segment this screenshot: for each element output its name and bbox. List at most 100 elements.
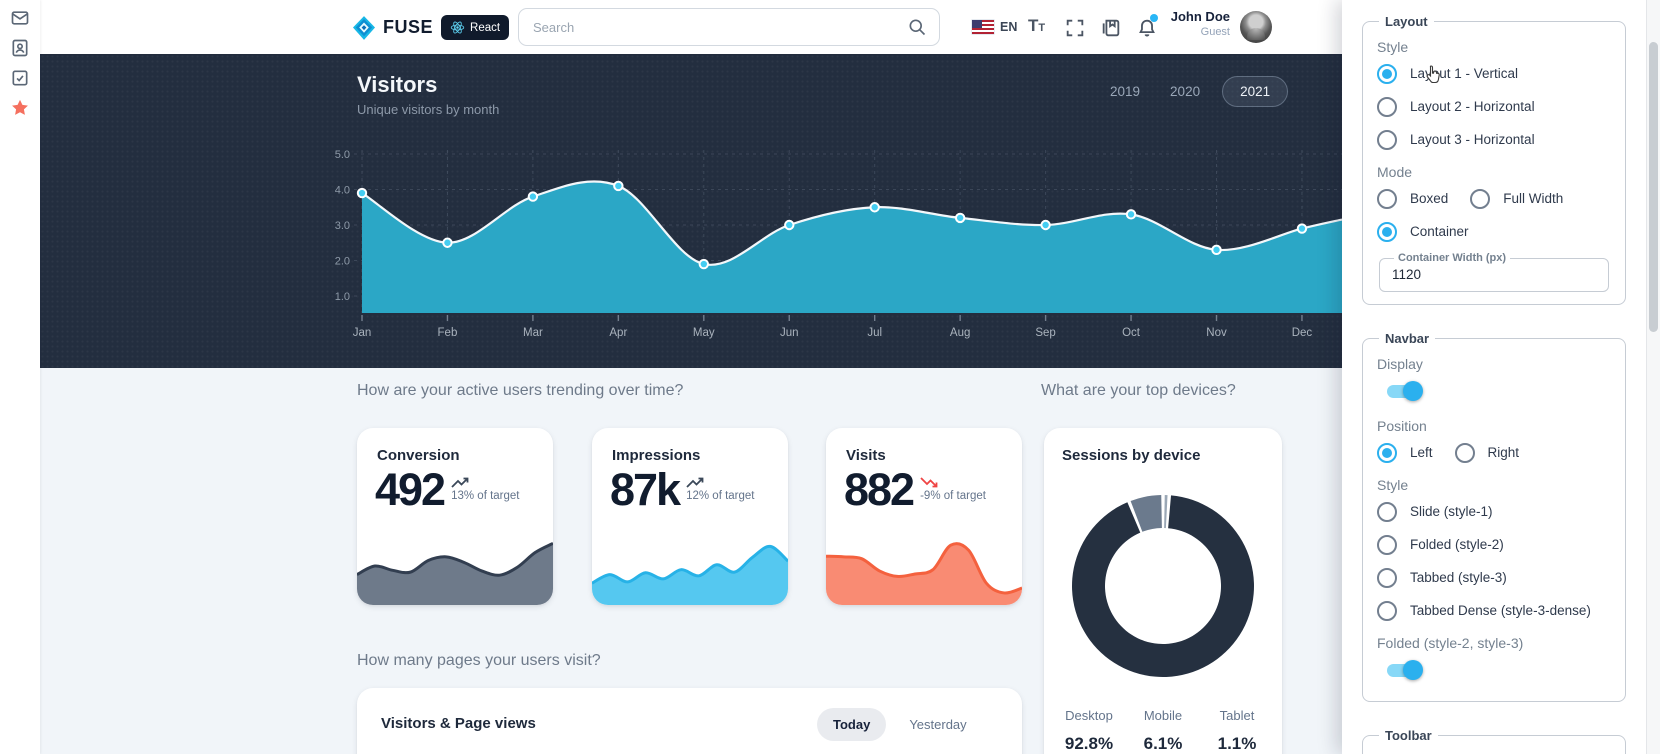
svg-text:Sep: Sep bbox=[1035, 327, 1055, 339]
radio-position-left[interactable]: Left bbox=[1377, 436, 1433, 469]
search-bar bbox=[518, 8, 940, 46]
container-width-label: Container Width (px) bbox=[1398, 252, 1507, 264]
svg-text:Jul: Jul bbox=[867, 327, 882, 339]
search-icon[interactable] bbox=[907, 17, 927, 37]
svg-text:2.0: 2.0 bbox=[335, 256, 350, 268]
search-input[interactable] bbox=[531, 18, 907, 36]
user-menu[interactable]: John Doe Guest bbox=[1070, 9, 1230, 38]
device-label: Desktop bbox=[1065, 708, 1113, 723]
sessions-by-device-card[interactable]: Sessions by device Desktop Mobile Tablet… bbox=[1044, 428, 1282, 754]
sessions-donut-chart bbox=[1072, 495, 1254, 677]
fuse-dashboard-app: FUSE React EN TT bbox=[0, 0, 1660, 754]
avatar[interactable] bbox=[1240, 11, 1272, 43]
radio-style-slide[interactable]: Slide (style-1) bbox=[1377, 495, 1611, 528]
folded-label: Folded (style-2, style-3) bbox=[1377, 635, 1524, 651]
svg-text:Dec: Dec bbox=[1292, 327, 1313, 339]
card-value: 87k bbox=[610, 464, 681, 515]
position-label: Position bbox=[1377, 418, 1427, 434]
group-legend: Layout bbox=[1385, 14, 1428, 29]
svg-text:May: May bbox=[693, 327, 715, 339]
settings-drawer: Layout Style Layout 1 - Vertical Layout … bbox=[1342, 0, 1646, 754]
card-title: Visitors & Page views bbox=[381, 715, 536, 732]
svg-text:Mar: Mar bbox=[523, 327, 543, 339]
svg-text:Jun: Jun bbox=[780, 327, 799, 339]
period-tabs: Today Yesterday bbox=[817, 708, 977, 741]
card-value: 882 bbox=[844, 464, 915, 515]
radio-style-folded[interactable]: Folded (style-2) bbox=[1377, 528, 1611, 561]
logo-text: FUSE bbox=[383, 17, 434, 37]
section-header-pages: How many pages your users visit? bbox=[357, 652, 601, 669]
scrollbar-thumb[interactable] bbox=[1649, 42, 1658, 332]
visitors-title: Visitors bbox=[357, 72, 438, 97]
group-legend: Toolbar bbox=[1385, 728, 1432, 743]
font-size-icon[interactable]: TT bbox=[1028, 16, 1045, 36]
radio-layout-3-horizontal[interactable]: Layout 3 - Horizontal bbox=[1377, 123, 1611, 156]
page-views-card[interactable]: Visitors & Page views Today Yesterday bbox=[357, 688, 1022, 754]
conversion-sparkline bbox=[357, 537, 553, 605]
impressions-sparkline bbox=[592, 537, 788, 605]
window-scrollbar[interactable] bbox=[1646, 0, 1660, 754]
conversion-card[interactable]: Conversion 492 13% of target bbox=[357, 428, 553, 605]
radio-icon bbox=[1377, 63, 1397, 84]
card-title: Sessions by device bbox=[1062, 447, 1201, 464]
svg-text:Oct: Oct bbox=[1122, 327, 1141, 339]
switch-thumb bbox=[1403, 381, 1423, 401]
radio-layout-1-vertical[interactable]: Layout 1 - Vertical bbox=[1377, 57, 1611, 90]
navbar-display-switch[interactable] bbox=[1381, 379, 1425, 403]
trend-up-icon bbox=[451, 477, 469, 488]
star-icon[interactable] bbox=[10, 98, 30, 118]
radio-layout-2-horizontal[interactable]: Layout 2 - Horizontal bbox=[1377, 90, 1611, 123]
visits-card[interactable]: Visits 882 -9% of target bbox=[826, 428, 1022, 605]
container-width-value[interactable]: 1120 bbox=[1392, 267, 1596, 282]
radio-icon bbox=[1377, 129, 1397, 150]
year-tab-2021[interactable]: 2021 bbox=[1222, 76, 1289, 107]
mail-icon[interactable] bbox=[10, 8, 30, 28]
radio-icon bbox=[1454, 442, 1475, 463]
radio-icon bbox=[1377, 188, 1397, 209]
radio-icon bbox=[1377, 567, 1397, 588]
radio-icon bbox=[1377, 501, 1397, 522]
visits-sparkline bbox=[826, 537, 1022, 605]
radio-mode-boxed[interactable]: Boxed bbox=[1377, 182, 1448, 215]
radio-style-tabbed[interactable]: Tabbed (style-3) bbox=[1377, 561, 1611, 594]
navbar-style-label: Style bbox=[1377, 477, 1409, 493]
display-label: Display bbox=[1377, 356, 1423, 372]
navbar-folded-switch[interactable] bbox=[1381, 658, 1425, 682]
impressions-card[interactable]: Impressions 87k 12% of target bbox=[592, 428, 788, 605]
tasks-icon[interactable] bbox=[10, 68, 30, 88]
radio-position-right[interactable]: Right bbox=[1454, 436, 1519, 469]
device-label: Tablet bbox=[1219, 708, 1255, 723]
svg-text:Jan: Jan bbox=[353, 327, 372, 339]
radio-icon bbox=[1377, 534, 1397, 555]
svg-text:5.0: 5.0 bbox=[335, 149, 350, 161]
year-tab-2020[interactable]: 2020 bbox=[1162, 76, 1208, 107]
year-tabs: 2019 2020 2021 bbox=[1102, 76, 1289, 107]
device-value: 1.1% bbox=[1217, 734, 1257, 753]
radio-style-tabbed-dense[interactable]: Tabbed Dense (style-3-dense) bbox=[1377, 594, 1611, 627]
contacts-icon[interactable] bbox=[10, 38, 30, 58]
radio-mode-full-width[interactable]: Full Width bbox=[1470, 182, 1563, 215]
radio-icon bbox=[1470, 188, 1491, 209]
mode-label: Mode bbox=[1377, 164, 1413, 180]
fuse-logo-icon bbox=[353, 15, 375, 40]
fuse-logo[interactable]: FUSE React bbox=[353, 15, 510, 40]
card-target: -9% of target bbox=[920, 490, 986, 502]
language-flag-icon[interactable] bbox=[972, 20, 994, 34]
card-title: Conversion bbox=[377, 447, 460, 464]
group-legend: Navbar bbox=[1385, 331, 1430, 346]
radio-icon bbox=[1377, 96, 1397, 117]
container-width-field[interactable]: Container Width (px) 1120 bbox=[1379, 252, 1609, 292]
section-header-devices: What are your top devices? bbox=[1041, 382, 1236, 399]
svg-text:Feb: Feb bbox=[438, 327, 458, 339]
year-tab-2019[interactable]: 2019 bbox=[1102, 76, 1148, 107]
device-value: 6.1% bbox=[1143, 734, 1183, 753]
tab-yesterday[interactable]: Yesterday bbox=[899, 708, 976, 741]
react-version-badge: React bbox=[441, 15, 510, 40]
radio-mode-container[interactable]: Container bbox=[1377, 215, 1611, 248]
language-code[interactable]: EN bbox=[1000, 20, 1017, 34]
card-title: Visits bbox=[846, 447, 886, 464]
svg-text:4.0: 4.0 bbox=[335, 185, 350, 197]
folded-navbar-rail bbox=[0, 0, 40, 754]
card-value: 492 bbox=[375, 464, 446, 515]
tab-today[interactable]: Today bbox=[817, 708, 887, 741]
